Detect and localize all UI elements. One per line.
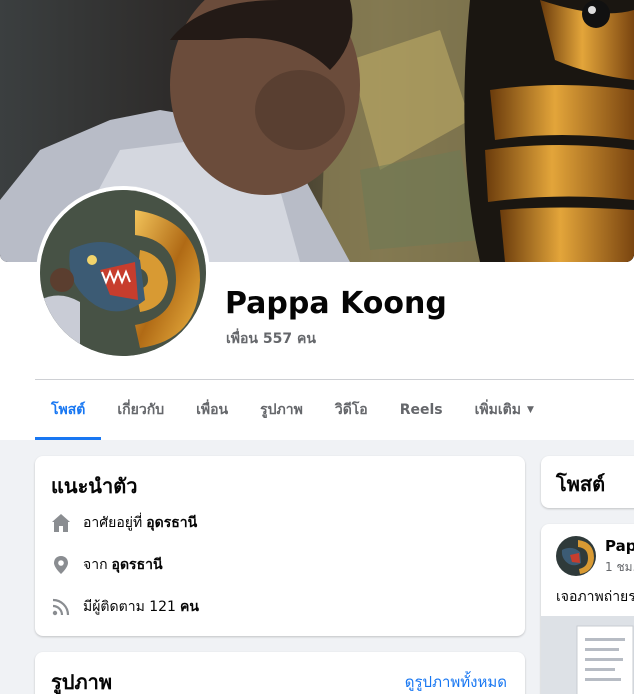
tab-videos[interactable]: วิดีโอ (319, 382, 384, 438)
intro-followers-unit: คน (179, 599, 199, 615)
photos-card: รูปภาพ ดูรูปภาพทั้งหมด (35, 652, 525, 694)
tab-friends-label: เพื่อน (196, 402, 229, 418)
intro-followers-label[interactable]: มีผู้ติดตาม 121 (83, 596, 176, 618)
profile-avatar[interactable] (36, 186, 210, 360)
tab-videos-label: วิดีโอ (334, 402, 368, 418)
intro-from-label: จาก (83, 557, 108, 573)
tab-friends[interactable]: เพื่อน (180, 382, 244, 438)
posts-header-card: โพสต์ (541, 456, 634, 508)
post-avatar-image (556, 536, 596, 576)
profile-tabs: โพสต์ เกี่ยวกับ เพื่อน รูปภาพ วิดีโอ Ree… (35, 382, 550, 440)
tab-about[interactable]: เกี่ยวกับ (101, 382, 180, 438)
avatar-image (40, 190, 206, 356)
tab-more-label: เพิ่มเติม (474, 402, 521, 418)
header-divider (35, 379, 634, 380)
intro-followers-row: มีผู้ติดตาม 121 คน (51, 596, 199, 618)
post-text: เจอภาพถ่ายร (556, 589, 634, 605)
tab-reels[interactable]: Reels (384, 382, 459, 438)
posts-title: โพสต์ (556, 472, 606, 496)
post-image[interactable] (541, 616, 634, 694)
intro-lives-value[interactable]: อุดรธานี (146, 512, 197, 534)
profile-header: Pappa Koong เพื่อน 557 คน โพสต์ เกี่ยวกั… (0, 0, 634, 440)
home-icon (51, 513, 71, 533)
see-all-photos-link[interactable]: ดูรูปภาพทั้งหมด (405, 670, 507, 694)
tab-reels-label: Reels (399, 402, 443, 418)
intro-title: แนะนำตัว (51, 474, 138, 498)
tab-photos[interactable]: รูปภาพ (244, 382, 319, 438)
post-author-avatar[interactable] (556, 536, 596, 576)
rss-followers-icon (51, 597, 71, 617)
caret-down-icon: ▼ (526, 405, 534, 415)
tab-about-label: เกี่ยวกับ (117, 402, 165, 418)
tab-more[interactable]: เพิ่มเติม ▼ (459, 382, 550, 438)
intro-card: แนะนำตัว อาศัยอยู่ที่ อุดรธานี จาก อุดรธ… (35, 456, 525, 636)
intro-from-row: จาก อุดรธานี (51, 554, 163, 576)
profile-name: Pappa Koong (225, 286, 447, 321)
post-timestamp[interactable]: 1 ชม. (605, 558, 634, 577)
post-image-graphic (541, 616, 634, 694)
tab-posts[interactable]: โพสต์ (35, 382, 102, 440)
tab-photos-label: รูปภาพ (260, 402, 303, 418)
intro-lives-row: อาศัยอยู่ที่ อุดรธานี (51, 512, 197, 534)
photos-title: รูปภาพ (51, 670, 113, 694)
post-card: Papp 1 ชม. เจอภาพถ่ายร (541, 524, 634, 694)
location-pin-icon (51, 555, 71, 575)
tab-posts-label: โพสต์ (51, 402, 86, 418)
intro-lives-label: อาศัยอยู่ที่ (83, 515, 143, 531)
post-author-name[interactable]: Papp (605, 537, 634, 555)
friends-count[interactable]: เพื่อน 557 คน (226, 328, 316, 350)
intro-from-value[interactable]: อุดรธานี (112, 554, 163, 576)
